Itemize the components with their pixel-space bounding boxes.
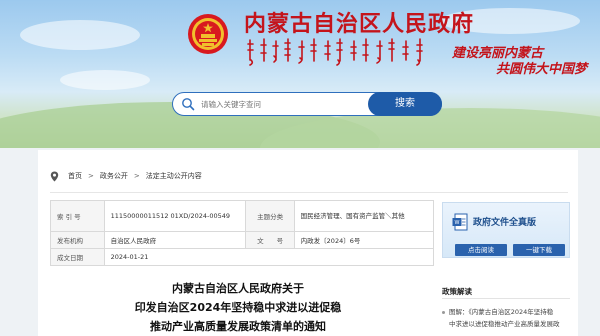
cloud-decoration	[60, 70, 150, 90]
fulltext-panel-title: 政府文件全真版	[473, 218, 537, 228]
header-banner: 内蒙古自治区人民政府 建设亮丽内蒙古 共圆伟大中国梦 搜索	[0, 0, 600, 148]
topic-category-value: 国民经济管理、国有资产监管＼其他	[293, 200, 435, 232]
breadcrumb-statutory-disclosure[interactable]: 法定主动公开内容	[146, 171, 202, 181]
issuing-agency-label: 发布机构	[50, 231, 105, 249]
breadcrumb: 首页 > 政务公开 > 法定主动公开内容	[50, 170, 202, 182]
search-bar: 搜索	[172, 92, 442, 116]
interpretation-text-line[interactable]: 图解：《内蒙古自治区2024年坚持稳	[449, 308, 553, 316]
index-number-value: 11150000011512 01XD/2024-00549	[103, 200, 247, 232]
read-online-button[interactable]: 点击阅读	[455, 244, 507, 256]
document-title-line: 内蒙古自治区人民政府关于	[172, 282, 304, 295]
site-title[interactable]: 内蒙古自治区人民政府	[244, 6, 474, 38]
written-date-value: 2024-01-21	[103, 248, 435, 266]
policy-interpretation-heading: 政策解读	[442, 287, 472, 296]
breadcrumb-separator: >	[88, 172, 94, 180]
breadcrumb-gov-affairs[interactable]: 政务公开	[100, 171, 128, 181]
written-date-label: 成文日期	[50, 248, 105, 266]
download-button[interactable]: 一键下载	[513, 244, 565, 256]
search-input[interactable]	[201, 95, 371, 113]
document-metadata-table: 索 引 号 11150000011512 01XD/2024-00549 主题分…	[50, 200, 435, 266]
content-card: 首页 > 政务公开 > 法定主动公开内容 索 引 号 1115000001151…	[38, 150, 578, 336]
svg-text:W: W	[455, 220, 460, 226]
search-icon	[182, 98, 195, 111]
document-number-value: 内政发〔2024〕6号	[293, 231, 435, 249]
policy-interpretation-divider	[442, 298, 570, 299]
index-number-label: 索 引 号	[50, 200, 105, 232]
issuing-agency-value: 自治区人民政府	[103, 231, 247, 249]
document-title-line: 印发自治区2024年坚持稳中求进以进促稳	[134, 301, 342, 314]
mongolian-script-title	[247, 38, 423, 66]
document-title-line: 推动产业高质量发展政策清单的通知	[150, 320, 326, 333]
location-pin-icon	[50, 171, 59, 181]
breadcrumb-home[interactable]: 首页	[68, 171, 82, 181]
search-button[interactable]: 搜索	[368, 92, 442, 116]
fulltext-version-panel: W 政府文件全真版 点击阅读 一键下载	[442, 202, 570, 258]
document-number-label: 文 号	[245, 231, 295, 249]
topic-category-label: 主题分类	[245, 200, 295, 232]
cloud-decoration	[20, 20, 140, 50]
breadcrumb-separator: >	[133, 172, 140, 180]
interpretation-text-line[interactable]: 中求进以进促稳推动产业高质量发展政	[442, 318, 572, 330]
document-icon: W	[452, 213, 468, 231]
policy-interpretation-link[interactable]: 图解：《内蒙古自治区2024年坚持稳 中求进以进促稳推动产业高质量发展政	[442, 306, 572, 330]
national-emblem-icon[interactable]	[186, 12, 230, 56]
slogan-line-2: 共圆伟大中国梦	[496, 62, 588, 77]
breadcrumb-divider	[50, 192, 568, 193]
document-title: 内蒙古自治区人民政府关于 印发自治区2024年坚持稳中求进以进促稳 推动产业高质…	[98, 279, 378, 336]
bullet-icon	[442, 310, 445, 314]
